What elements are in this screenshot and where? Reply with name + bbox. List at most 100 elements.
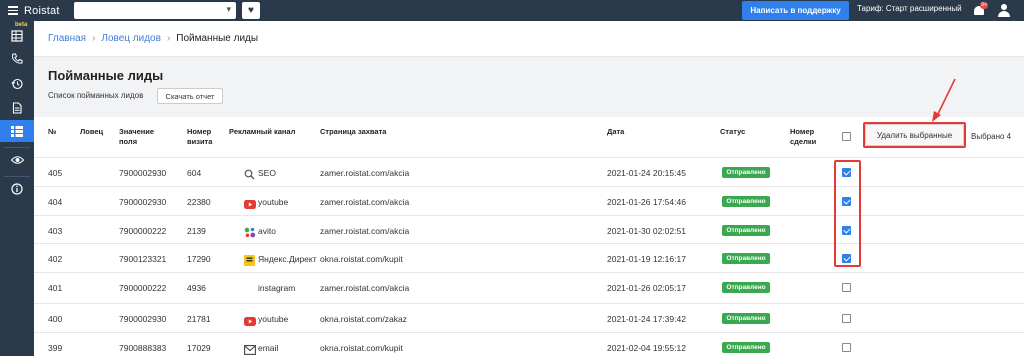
channel-name: avito bbox=[258, 226, 276, 236]
table-row[interactable]: 400 7900002930 21781 youtube okna.roistat.co… bbox=[34, 303, 1024, 332]
search-icon bbox=[244, 167, 255, 180]
lead-date: 2021-01-24 17:39:42 bbox=[607, 314, 686, 324]
mail-icon bbox=[244, 342, 256, 355]
visit-number: 604 bbox=[187, 168, 202, 178]
table-row[interactable]: 399 7900888383 17029 email okna.roistat.com/… bbox=[34, 332, 1024, 361]
grid-icon[interactable] bbox=[0, 120, 34, 142]
lead-date: 2021-02-04 19:55:12 bbox=[607, 343, 686, 353]
page-title: Пойманные лиды bbox=[48, 68, 164, 83]
field-value: 7900002930 bbox=[119, 168, 167, 178]
avito-icon bbox=[244, 225, 256, 238]
row-number: 399 bbox=[48, 343, 63, 353]
document-icon[interactable] bbox=[0, 97, 34, 119]
selection-highlight bbox=[834, 160, 861, 267]
info-icon[interactable] bbox=[0, 178, 34, 200]
field-value: 7900123321 bbox=[119, 254, 167, 264]
status-badge: Отправлено bbox=[722, 196, 770, 207]
field-value: 7900000222 bbox=[119, 283, 167, 293]
column-header-deal: Номер сделки bbox=[790, 127, 817, 146]
breadcrumb-home[interactable]: Главная bbox=[48, 33, 86, 44]
capture-page: zamer.roistat.com/akcia bbox=[320, 168, 410, 178]
capture-page: zamer.roistat.com/akcia bbox=[320, 283, 410, 293]
support-button[interactable]: Написать в поддержку bbox=[742, 1, 849, 20]
bell-icon[interactable]: 9+ bbox=[973, 2, 988, 18]
sidebar-divider bbox=[4, 147, 30, 148]
status-badge: Отправлено bbox=[722, 225, 770, 236]
visit-number: 17290 bbox=[187, 254, 211, 264]
row-number: 405 bbox=[48, 168, 63, 178]
column-header-status: Статус bbox=[720, 127, 746, 136]
youtube-icon bbox=[244, 313, 256, 326]
tariff-label[interactable]: Тариф: Старт расширенный bbox=[857, 4, 962, 13]
channel-name: youtube bbox=[258, 314, 289, 324]
table-icon[interactable] bbox=[0, 25, 34, 47]
capture-page: okna.roistat.com/kupit bbox=[320, 254, 403, 264]
visit-number: 17029 bbox=[187, 343, 211, 353]
row-checkbox[interactable] bbox=[842, 343, 851, 352]
history-icon[interactable] bbox=[0, 73, 34, 95]
heart-icon[interactable]: ♥ bbox=[242, 2, 260, 19]
table-row[interactable]: 402 7900123321 17290 Яндекс.Директ okna.rois… bbox=[34, 243, 1024, 272]
selected-count: Выбрано 4 bbox=[971, 132, 1012, 141]
channel-name: Яндекс.Директ bbox=[258, 254, 317, 264]
table-row[interactable]: 405 7900002930 604 SEO zamer.roistat.com/akc… bbox=[34, 157, 1024, 186]
chevron-right-icon: › bbox=[166, 33, 171, 44]
sidebar-divider bbox=[4, 176, 30, 177]
row-checkbox[interactable] bbox=[842, 314, 851, 323]
field-value: 7900002930 bbox=[119, 197, 167, 207]
row-number: 400 bbox=[48, 314, 63, 324]
logo[interactable]: Roistat bbox=[24, 5, 60, 17]
table-row[interactable]: 401 7900000222 4936 instagram zamer.roistat.… bbox=[34, 272, 1024, 301]
channel-name: instagram bbox=[258, 283, 296, 293]
lead-date: 2021-01-30 02:02:51 bbox=[607, 226, 686, 236]
status-badge: Отправлено bbox=[722, 313, 770, 324]
phone-icon[interactable] bbox=[0, 48, 34, 70]
channel-name: email bbox=[258, 343, 279, 353]
lead-date: 2021-01-19 12:16:17 bbox=[607, 254, 686, 264]
row-number: 402 bbox=[48, 254, 63, 264]
yandex-direct-icon bbox=[244, 253, 255, 266]
eye-icon[interactable] bbox=[0, 149, 34, 171]
field-value: 7900000222 bbox=[119, 226, 167, 236]
notification-badge: 9+ bbox=[980, 2, 988, 9]
column-header-catcher: Ловец bbox=[80, 127, 104, 136]
project-select[interactable]: ▾ bbox=[74, 2, 236, 19]
download-report-button[interactable]: Скачать отчет bbox=[157, 88, 223, 104]
breadcrumb: Главная › Ловец лидов › Пойманные лиды bbox=[34, 21, 1024, 57]
lead-date: 2021-01-26 17:54:46 bbox=[607, 197, 686, 207]
row-number: 401 bbox=[48, 283, 63, 293]
visit-number: 4936 bbox=[187, 283, 206, 293]
status-badge: Отправлено bbox=[722, 167, 770, 178]
column-header-num: № bbox=[48, 127, 57, 136]
menu-icon[interactable] bbox=[4, 0, 22, 21]
visit-number: 21781 bbox=[187, 314, 211, 324]
select-all-checkbox[interactable] bbox=[842, 132, 851, 141]
status-badge: Отправлено bbox=[722, 253, 770, 264]
lead-date: 2021-01-26 02:05:17 bbox=[607, 283, 686, 293]
capture-page: zamer.roistat.com/akcia bbox=[320, 197, 410, 207]
sidebar: beta bbox=[0, 21, 34, 356]
table-row[interactable]: 404 7900002930 22380 youtube zamer.roistat.c… bbox=[34, 186, 1024, 215]
top-bar: Roistat ▾ ♥ Написать в поддержку Тариф: … bbox=[0, 0, 1024, 21]
page-subtitle: Список пойманных лидов bbox=[48, 91, 144, 100]
page-header: Пойманные лиды Список пойманных лидов Ск… bbox=[34, 57, 1024, 117]
channel-name: SEO bbox=[258, 168, 276, 178]
column-header-page: Страница захвата bbox=[320, 127, 387, 136]
capture-page: okna.roistat.com/kupit bbox=[320, 343, 403, 353]
field-value: 7900888383 bbox=[119, 343, 167, 353]
user-icon[interactable] bbox=[997, 3, 1011, 18]
table-row[interactable]: 403 7900000222 2139 avito zamer.roistat.com/… bbox=[34, 215, 1024, 244]
row-checkbox[interactable] bbox=[842, 283, 851, 292]
capture-page: okna.roistat.com/zakaz bbox=[320, 314, 407, 324]
row-number: 403 bbox=[48, 226, 63, 236]
chevron-right-icon: › bbox=[92, 33, 96, 44]
button-highlight bbox=[863, 122, 966, 148]
breadcrumb-section[interactable]: Ловец лидов bbox=[101, 33, 161, 44]
breadcrumb-current: Пойманные лиды bbox=[176, 33, 259, 44]
capture-page: zamer.roistat.com/akcia bbox=[320, 226, 410, 236]
column-header-channel: Рекламный канал bbox=[229, 127, 296, 136]
column-header-visit: Номер визита bbox=[187, 127, 213, 146]
chevron-down-icon: ▾ bbox=[226, 4, 231, 14]
youtube-icon bbox=[244, 196, 256, 209]
visit-number: 22380 bbox=[187, 197, 211, 207]
